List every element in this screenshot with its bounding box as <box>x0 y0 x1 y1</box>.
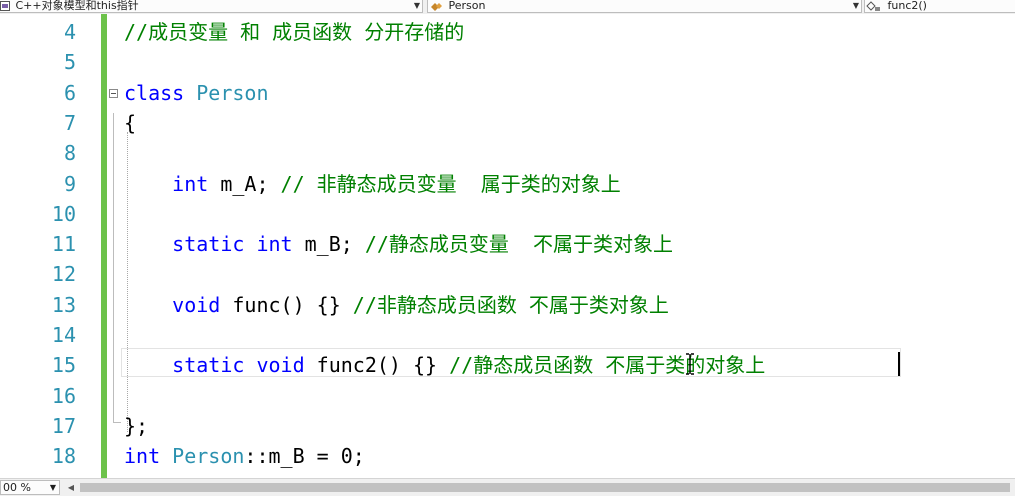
code-text[interactable]: int m_A; // 非静态成员变量 属于类的对象上 <box>124 169 621 199</box>
code-token: { <box>124 110 137 135</box>
code-line[interactable]: 16 <box>0 381 1015 411</box>
code-keyword: class <box>124 80 185 105</box>
code-line[interactable]: 5 <box>0 47 1015 77</box>
code-keyword: void <box>172 292 221 317</box>
line-number: 6 <box>63 80 76 105</box>
zoom-level: 00 % <box>3 481 31 494</box>
class-scope-dropdown[interactable]: Person ▼ <box>427 0 862 13</box>
code-keyword: int <box>124 444 161 469</box>
code-line[interactable]: 10 <box>0 199 1015 229</box>
class-scope-label: Person <box>448 0 486 12</box>
navigation-bar: C++对象模型和this指针 ▼ Person ▼ func2() <box>0 0 1015 15</box>
line-number: 5 <box>63 50 76 75</box>
code-comment: //非静态成员函数 不属于类对象上 <box>352 292 669 317</box>
code-text[interactable]: int Person::m_B = 0; <box>124 441 365 471</box>
code-line[interactable]: 7{ <box>0 108 1015 138</box>
method-icon <box>866 1 882 12</box>
member-scope-dropdown[interactable]: func2() <box>864 0 1015 13</box>
code-text[interactable]: static void func2() {} //静态成员函数 不属于类的对象上 <box>124 350 765 380</box>
ibeam-cursor-icon <box>685 353 695 375</box>
code-keyword: void <box>256 353 305 378</box>
code-token: func() {} <box>220 292 353 317</box>
code-keyword: int <box>172 171 209 196</box>
code-comment: //静态成员变量 不属于类对象上 <box>364 232 674 257</box>
line-number: 12 <box>51 262 76 287</box>
code-text[interactable]: { <box>124 108 136 138</box>
code-line[interactable]: 15 static void func2() {} //静态成员函数 不属于类的… <box>0 350 1015 380</box>
line-number: 17 <box>51 413 76 438</box>
line-number: 16 <box>51 383 76 408</box>
scroll-left-icon[interactable]: ◀ <box>64 481 78 494</box>
code-token: }; <box>124 413 149 438</box>
line-number: 10 <box>51 201 76 226</box>
code-line[interactable]: 13 void func() {} //非静态成员函数 不属于类对象上 <box>0 290 1015 320</box>
code-line[interactable]: 12 <box>0 259 1015 289</box>
code-line[interactable]: 14 <box>0 320 1015 350</box>
cpp-file-icon <box>0 1 10 12</box>
code-token: m_A; <box>208 171 281 196</box>
code-text[interactable]: //成员变量 和 成员函数 分开存储的 <box>124 17 464 47</box>
chevron-down-icon[interactable]: ▼ <box>853 0 859 12</box>
code-type-name: Person <box>196 80 269 105</box>
line-number: 15 <box>51 353 76 378</box>
code-token: m_B; <box>292 232 365 257</box>
bottom-status-bar: 00 % ▼ ◀ <box>0 478 1015 496</box>
code-editor[interactable]: 4//成员变量 和 成员函数 分开存储的 5 6 class Person 7{8 9 i… <box>0 14 1015 478</box>
file-scope-dropdown[interactable]: C++对象模型和this指针 ▼ <box>0 0 423 13</box>
code-line[interactable]: 17}; <box>0 411 1015 441</box>
horizontal-scrollbar-thumb[interactable] <box>80 483 1010 492</box>
code-text[interactable]: }; <box>124 411 148 441</box>
chevron-down-icon[interactable]: ▼ <box>414 0 420 12</box>
code-line[interactable]: 11 static int m_B; //静态成员变量 不属于类对象上 <box>0 229 1015 259</box>
chevron-down-icon[interactable]: ▼ <box>50 481 56 494</box>
code-comment: // 非静态成员变量 属于类的对象上 <box>280 171 621 196</box>
code-line[interactable]: 6 class Person <box>0 78 1015 108</box>
code-type-name: Person <box>172 444 245 469</box>
line-number: 11 <box>51 232 76 257</box>
line-number: 9 <box>63 171 76 196</box>
file-scope-label: C++对象模型和this指针 <box>15 0 139 12</box>
line-number: 8 <box>63 141 76 166</box>
code-line[interactable]: 9 int m_A; // 非静态成员变量 属于类的对象上 <box>0 169 1015 199</box>
collapse-minus-icon[interactable] <box>109 89 118 98</box>
code-comment: //静态成员函数 不属于类的对象上 <box>449 353 766 378</box>
code-text[interactable]: class Person <box>124 78 269 108</box>
code-token: func2() {} <box>304 353 450 378</box>
code-keyword: static <box>172 353 245 378</box>
code-keyword: int <box>256 232 293 257</box>
code-line[interactable]: 4 //成员变量 和 成员函数 分开存储的 <box>0 17 1015 47</box>
zoom-dropdown[interactable]: 00 % ▼ <box>0 480 60 495</box>
class-icon <box>429 1 443 12</box>
code-text[interactable]: static int m_B; //静态成员变量 不属于类对象上 <box>124 229 673 259</box>
member-scope-label: func2() <box>887 0 927 12</box>
code-line[interactable]: 8 <box>0 138 1015 168</box>
code-token: ::m_B = 0; <box>244 444 365 469</box>
line-number: 7 <box>63 110 76 135</box>
line-number: 13 <box>51 292 76 317</box>
line-number: 18 <box>51 444 76 469</box>
code-comment: //成员变量 和 成员函数 分开存储的 <box>124 20 465 44</box>
line-number: 4 <box>63 20 76 44</box>
code-text[interactable]: void func() {} //非静态成员函数 不属于类对象上 <box>124 290 669 320</box>
code-line[interactable]: 18 int Person::m_B = 0; <box>0 441 1015 471</box>
code-keyword: static <box>172 232 245 257</box>
text-caret <box>898 352 900 376</box>
line-number: 14 <box>51 323 76 347</box>
